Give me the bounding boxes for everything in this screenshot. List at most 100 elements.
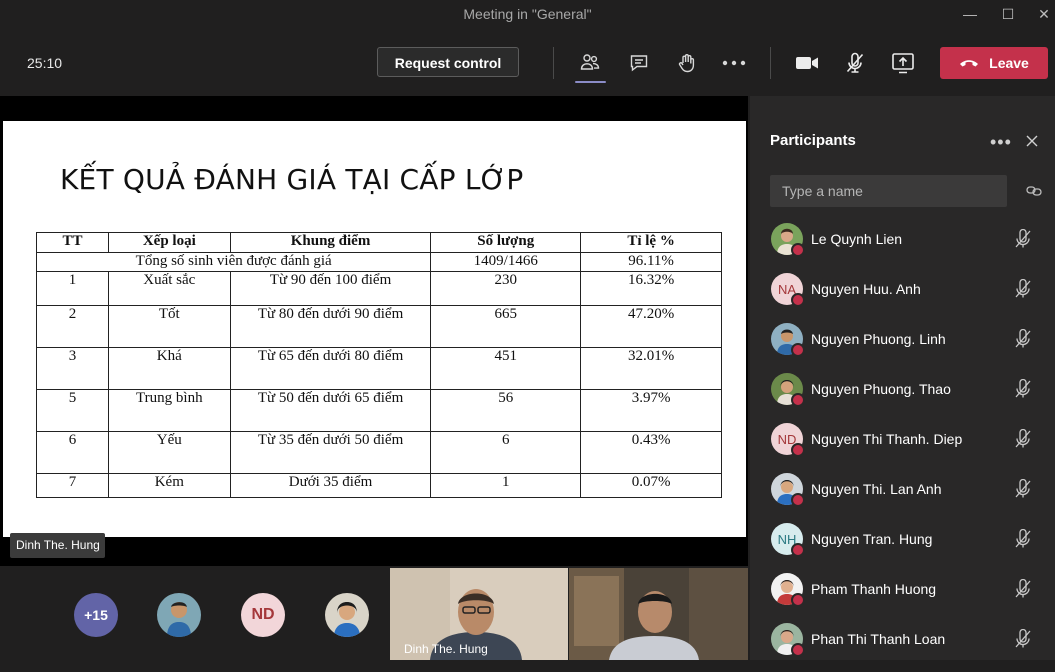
cell-percent: 47.20%	[580, 305, 722, 348]
status-busy-icon	[791, 543, 805, 557]
mic-muted-icon	[1014, 628, 1032, 654]
avatar	[771, 623, 805, 657]
cell-percent: 3.97%	[580, 389, 722, 432]
cell-count: 56	[430, 389, 582, 432]
chat-icon[interactable]	[625, 50, 653, 76]
camera-icon[interactable]	[793, 50, 821, 76]
table-header-row: TT Xếp loại Khung điểm Số lượng Tỉ lệ %	[36, 232, 722, 253]
maximize-button[interactable]: ☐	[998, 4, 1018, 24]
participant-row[interactable]: Nguyen Phuong. Thao	[750, 372, 1055, 422]
participant-row[interactable]: ND Nguyen Thi Thanh. Diep	[750, 422, 1055, 472]
cell-tt: 3	[36, 347, 109, 390]
status-busy-icon	[791, 593, 805, 607]
participant-name: Nguyen Thi Thanh. Diep	[811, 431, 963, 447]
cell-percent: 16.32%	[580, 271, 722, 306]
request-control-button[interactable]: Request control	[377, 47, 519, 77]
participant-row[interactable]: NH Nguyen Tran. Hung	[750, 522, 1055, 572]
meeting-controls-bar: 25:10 Request control Leave	[0, 28, 1055, 96]
column-header: Số lượng	[430, 232, 582, 253]
mic-muted-icon	[1014, 328, 1032, 354]
status-busy-icon	[791, 293, 805, 307]
leave-button[interactable]: Leave	[940, 47, 1048, 79]
cell-range: Từ 35 đến dưới 50 điểm	[229, 431, 432, 474]
cell-count: 665	[430, 305, 582, 348]
table-row: 1 Xuất sắc Từ 90 đến 100 điểm 230 16.32%	[36, 271, 722, 306]
participants-icon[interactable]	[576, 50, 604, 76]
mic-muted-icon	[1014, 578, 1032, 604]
panel-close-icon[interactable]	[1026, 134, 1038, 152]
raise-hand-icon[interactable]	[673, 50, 701, 76]
avatar	[771, 573, 805, 607]
column-header: TT	[36, 232, 109, 253]
leave-label: Leave	[989, 55, 1029, 71]
participant-row[interactable]: Phan Thi Thanh Loan	[750, 622, 1055, 672]
more-options-icon[interactable]	[720, 50, 748, 76]
participants-active-indicator	[575, 81, 606, 83]
cell-count: 1	[430, 473, 582, 498]
panel-more-icon[interactable]: •••	[990, 132, 1012, 153]
shared-screen: KẾT QUẢ ĐÁNH GIÁ TẠI CẤP LỚP TT Xếp loại…	[0, 96, 748, 566]
cell-range: Từ 90 đến 100 điểm	[229, 271, 432, 306]
column-header: Tỉ lệ %	[580, 232, 722, 253]
results-table: TT Xếp loại Khung điểm Số lượng Tỉ lệ % …	[35, 232, 722, 498]
status-busy-icon	[791, 343, 805, 357]
share-invite-link-icon[interactable]	[1026, 184, 1042, 202]
close-window-button[interactable]: ✕	[1034, 4, 1054, 24]
participant-name: Pham Thanh Huong	[811, 581, 937, 597]
toolbar-divider	[770, 47, 771, 79]
slide-title: KẾT QUẢ ĐÁNH GIÁ TẠI CẤP LỚP	[60, 163, 524, 196]
cell-percent: 32.01%	[580, 347, 722, 390]
minimize-button[interactable]: —	[960, 4, 980, 24]
video-tile[interactable]: Dinh The. Hung	[390, 568, 568, 660]
summary-row: Tổng số sinh viên được đánh giá 1409/146…	[35, 252, 722, 272]
table-row: 7 Kém Dưới 35 điểm 1 0.07%	[36, 473, 722, 498]
participant-name: Nguyen Huu. Anh	[811, 281, 921, 297]
mic-muted-icon	[1014, 428, 1032, 454]
participant-name: Nguyen Phuong. Linh	[811, 331, 946, 347]
cell-range: Từ 65 đến dưới 80 điểm	[229, 347, 432, 390]
status-busy-icon	[791, 443, 805, 457]
presenter-name: Dinh The. Hung	[16, 538, 100, 552]
participant-row[interactable]: Le Quynh Lien	[750, 222, 1055, 272]
cell-count: 6	[430, 431, 582, 474]
status-busy-icon	[791, 493, 805, 507]
avatar[interactable]	[325, 593, 369, 637]
cell-rank: Kém	[107, 473, 231, 498]
cell-percent: 0.43%	[580, 431, 722, 474]
cell-rank: Tốt	[107, 305, 231, 348]
mic-off-icon[interactable]	[841, 50, 869, 76]
status-busy-icon	[791, 393, 805, 407]
participant-name: Le Quynh Lien	[811, 231, 903, 247]
video-tile[interactable]	[569, 568, 748, 660]
avatar: ND	[771, 423, 805, 457]
participant-row[interactable]: Nguyen Phuong. Linh	[750, 322, 1055, 372]
cell-tt: 7	[36, 473, 109, 498]
table-row: 6 Yếu Từ 35 đến dưới 50 điểm 6 0.43%	[36, 431, 722, 474]
toolbar-divider	[553, 47, 554, 79]
overflow-participants-button[interactable]: +15	[74, 593, 118, 637]
window-title: Meeting in "General"	[463, 6, 592, 22]
hang-up-icon	[960, 60, 979, 67]
participant-row[interactable]: Nguyen Thi. Lan Anh	[750, 472, 1055, 522]
cell-rank: Khá	[107, 347, 231, 390]
avatar[interactable]	[157, 593, 201, 637]
share-screen-icon[interactable]	[889, 50, 917, 76]
status-busy-icon	[791, 243, 805, 257]
summary-percent: 96.11%	[580, 252, 722, 272]
participant-row[interactable]: NA Nguyen Huu. Anh	[750, 272, 1055, 322]
summary-count: 1409/1466	[430, 252, 582, 272]
participant-row[interactable]: Pham Thanh Huong	[750, 572, 1055, 622]
cell-tt: 2	[36, 305, 109, 348]
avatar-initials[interactable]: ND	[241, 593, 285, 637]
presentation-slide: KẾT QUẢ ĐÁNH GIÁ TẠI CẤP LỚP TT Xếp loại…	[3, 121, 746, 537]
participant-search-input[interactable]	[770, 175, 1007, 207]
column-header: Khung điểm	[229, 232, 432, 253]
mic-muted-icon	[1014, 278, 1032, 304]
avatar: NH	[771, 523, 805, 557]
cell-range: Từ 80 đến dưới 90 điểm	[229, 305, 432, 348]
mic-muted-icon	[1014, 528, 1032, 554]
mic-muted-icon	[1014, 378, 1032, 404]
cell-rank: Xuất sắc	[107, 271, 231, 306]
avatar: NA	[771, 273, 805, 307]
cell-tt: 6	[36, 431, 109, 474]
